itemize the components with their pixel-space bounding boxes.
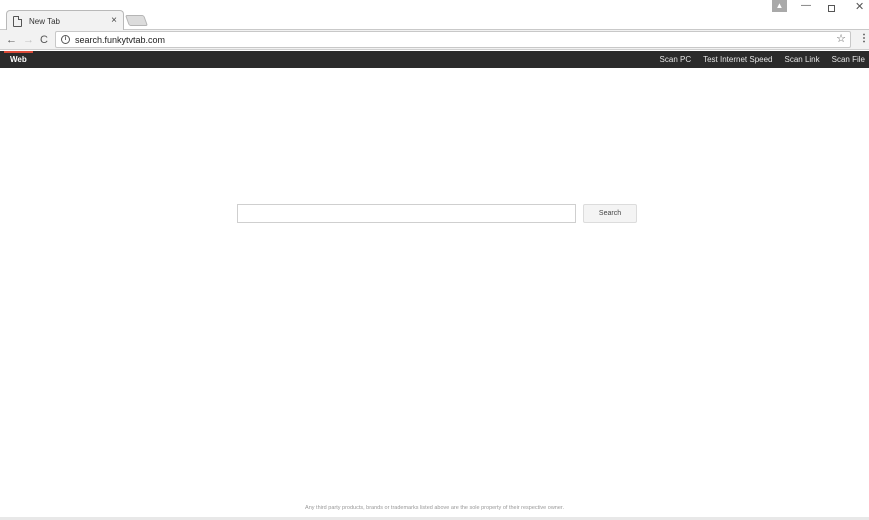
nav-link-scan-link[interactable]: Scan Link <box>785 55 820 64</box>
nav-link-scan-file[interactable]: Scan File <box>832 55 865 64</box>
tab-close-icon[interactable]: × <box>111 16 117 26</box>
forward-arrow-icon[interactable]: → <box>23 33 34 47</box>
nav-link-test-internet-speed[interactable]: Test Internet Speed <box>703 55 772 64</box>
person-icon: ▲ <box>775 1 784 10</box>
address-bar[interactable]: i search.funkytvtab.com ☆ <box>55 31 851 48</box>
page-icon <box>13 15 22 27</box>
site-nav-bar: Web Scan PC Test Internet Speed Scan Lin… <box>0 51 869 68</box>
close-window-button[interactable]: ✕ <box>855 2 864 13</box>
minimize-button[interactable]: — <box>801 1 811 11</box>
tab-title: New Tab <box>29 16 60 26</box>
site-nav-links: Scan PC Test Internet Speed Scan Link Sc… <box>648 51 865 68</box>
back-arrow-icon[interactable]: ← <box>6 33 17 47</box>
bookmark-star-icon[interactable]: ☆ <box>836 34 846 45</box>
search-button[interactable]: Search <box>583 204 637 223</box>
reload-icon[interactable]: C <box>40 33 48 47</box>
search-input[interactable] <box>237 204 576 223</box>
browser-tab[interactable]: New Tab × <box>6 10 124 31</box>
tab-strip: New Tab × ▲ — ✕ <box>0 0 869 31</box>
nav-tab-web[interactable]: Web <box>4 51 33 68</box>
footer-disclaimer: Any third party products, brands or trad… <box>305 505 564 511</box>
browser-menu-icon[interactable]: ⋮ <box>859 34 869 44</box>
info-icon[interactable]: i <box>61 35 70 44</box>
url-text[interactable]: search.funkytvtab.com <box>75 35 836 45</box>
nav-link-scan-pc[interactable]: Scan PC <box>660 55 692 64</box>
browser-toolbar: ← → C i search.funkytvtab.com ☆ ⋮ <box>0 30 869 50</box>
new-tab-button[interactable] <box>124 15 149 26</box>
maximize-button[interactable] <box>828 5 835 12</box>
profile-button[interactable]: ▲ <box>772 0 787 12</box>
